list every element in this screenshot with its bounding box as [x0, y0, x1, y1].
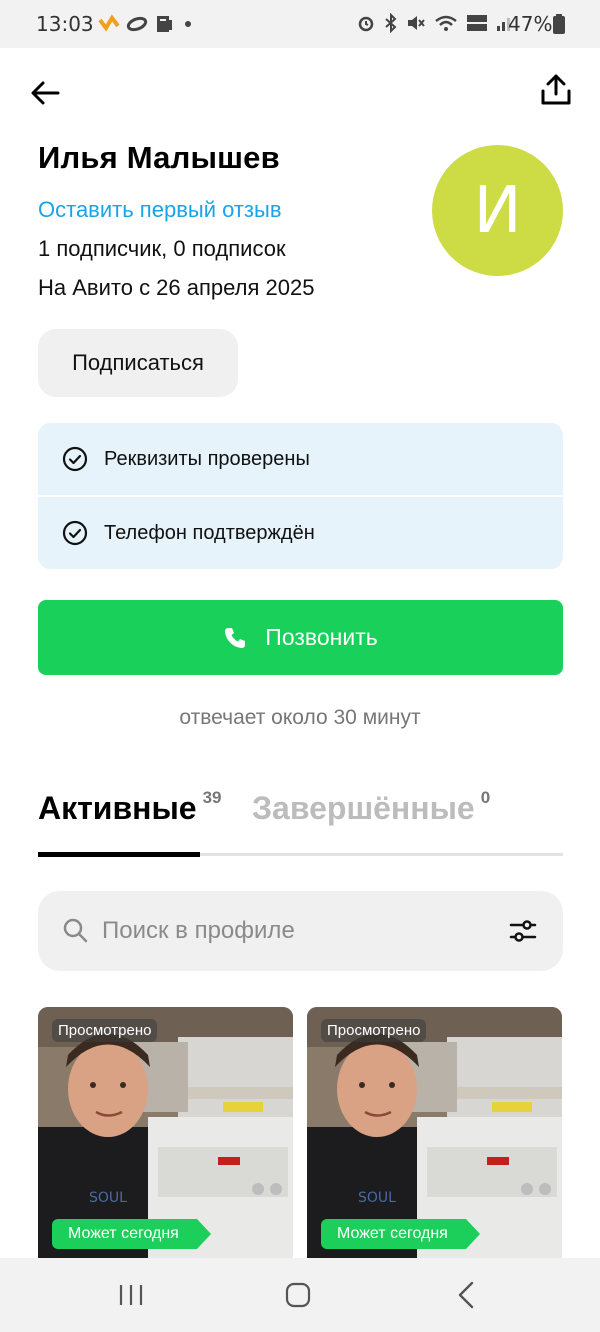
- wifi-icon: [435, 15, 457, 31]
- status-time: 13:03: [36, 12, 94, 36]
- share-icon[interactable]: [538, 72, 574, 108]
- tab-active[interactable]: Активные 39: [38, 788, 222, 827]
- check-circle-icon: [62, 520, 88, 546]
- available-today-tag: Может сегодня: [52, 1219, 211, 1249]
- back-icon[interactable]: [456, 1280, 476, 1310]
- clipboard-icon: [157, 16, 172, 32]
- status-left-icons: [98, 14, 196, 34]
- tab-label: Активные: [38, 790, 197, 826]
- verification-label: Реквизиты проверены: [104, 447, 310, 470]
- search-icon: [63, 918, 88, 943]
- tab-indicator: [38, 852, 200, 857]
- listing-tabs: Активные 39 Завершённые 0: [38, 788, 563, 860]
- bluetooth-icon: [385, 13, 397, 33]
- volte-icon: [467, 15, 487, 31]
- profile-name: Илья Малышев: [38, 140, 280, 175]
- mute-icon: [408, 16, 425, 30]
- search-input[interactable]: [100, 916, 507, 946]
- tab-label: Завершённые: [252, 790, 475, 826]
- verification-item: Реквизиты проверены: [38, 423, 563, 495]
- avatar: И: [432, 145, 563, 276]
- dot-icon: [185, 21, 191, 27]
- home-icon[interactable]: [285, 1282, 311, 1308]
- verification-label: Телефон подтверждён: [104, 521, 315, 544]
- top-bar: [0, 48, 600, 138]
- status-bar: 13:03 47%: [0, 0, 600, 48]
- tab-count: 0: [480, 788, 491, 808]
- verification-item: Телефон подтверждён: [38, 497, 563, 569]
- member-since: На Авито с 26 апреля 2025: [38, 275, 315, 300]
- alarm-icon: [358, 16, 374, 32]
- call-button[interactable]: Позвонить: [38, 600, 563, 675]
- call-button-label: Позвонить: [265, 624, 378, 650]
- system-nav-bar: [0, 1258, 600, 1332]
- check-circle-icon: [62, 446, 88, 472]
- listing-card[interactable]: SOUL Просмотрено Может сегодня: [38, 1007, 293, 1258]
- subscribe-button[interactable]: Подписаться: [38, 329, 238, 397]
- leave-review-link[interactable]: Оставить первый отзыв: [38, 197, 282, 223]
- tab-count: 39: [202, 788, 222, 808]
- svg-text:SOUL: SOUL: [89, 1190, 127, 1206]
- verification-list: Реквизиты проверены Телефон подтверждён: [38, 423, 563, 569]
- svg-text:SOUL: SOUL: [358, 1190, 396, 1206]
- subscribers-count[interactable]: 1 подписчик, 0 подписок: [38, 236, 286, 262]
- profile-search: [38, 891, 563, 971]
- viewed-badge: Просмотрено: [52, 1019, 158, 1042]
- status-right-icons: [356, 13, 514, 33]
- listing-card[interactable]: SOUL Просмотрено Может сегодня: [307, 1007, 562, 1258]
- recent-apps-icon[interactable]: [117, 1283, 145, 1307]
- filter-sliders-icon[interactable]: [507, 915, 539, 947]
- phone-icon: [225, 627, 246, 648]
- response-time: отвечает около 30 минут: [179, 706, 421, 729]
- viewed-badge: Просмотрено: [321, 1019, 427, 1042]
- strava-icon: [98, 14, 120, 32]
- battery-icon: [553, 14, 565, 34]
- tab-completed[interactable]: Завершённые 0: [252, 788, 491, 827]
- available-today-tag: Может сегодня: [321, 1219, 480, 1249]
- battery-percent: 47%: [508, 12, 553, 36]
- arrow-left-icon[interactable]: [28, 76, 62, 110]
- infinity-icon: [126, 16, 148, 32]
